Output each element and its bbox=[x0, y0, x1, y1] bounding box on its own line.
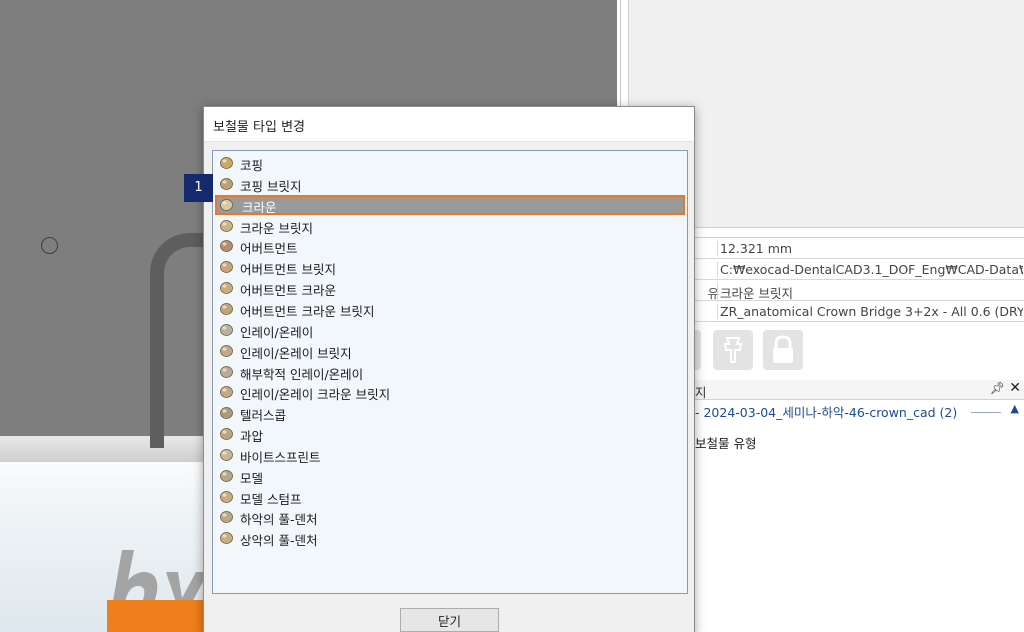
anatomic-inlay-onlay-icon bbox=[220, 365, 233, 378]
abutment-crown-bridge-icon bbox=[220, 303, 233, 315]
list-item-label: 크라운 브릿지 bbox=[240, 220, 313, 236]
property-row: 유 크라운 브릿지 bbox=[695, 280, 1024, 302]
list-item-label: 코핑 브릿지 bbox=[240, 178, 302, 194]
list-item[interactable]: 어버트먼트 크라운 bbox=[215, 278, 685, 298]
list-item-label: 해부학적 인레이/온레이 bbox=[240, 366, 364, 382]
list-item[interactable]: 과압 bbox=[215, 424, 685, 444]
restoration-type-list[interactable]: 코핑코핑 브릿지크라운크라운 브릿지어버트먼트어버트먼트 브릿지어버트먼트 크라… bbox=[212, 150, 688, 594]
telescope-icon bbox=[220, 407, 233, 420]
list-item[interactable]: 크라운 브릿지 bbox=[215, 216, 685, 236]
lock-button[interactable] bbox=[763, 330, 803, 370]
coping-bridge-icon bbox=[220, 177, 233, 190]
close-button[interactable]: 닫기 bbox=[400, 608, 499, 632]
list-item[interactable]: 모델 스텀프 bbox=[215, 487, 685, 507]
pin-icon[interactable]: 📌︎ bbox=[990, 381, 1005, 395]
list-item[interactable]: 바이트스프린트 bbox=[215, 445, 685, 465]
list-item-label: 어버트먼트 bbox=[240, 241, 298, 257]
property-value: C:₩exocad-DentalCAD3.1_DOF_Eng₩CAD-Data₩… bbox=[717, 262, 1023, 277]
tree-root-item[interactable]: - 2024-03-04_세미나-하악-46-crown_cad (2) ▲ bbox=[695, 402, 1024, 422]
list-item-label: 바이트스프린트 bbox=[240, 449, 321, 465]
tree-child-label: 보철물 유형 bbox=[695, 436, 757, 451]
list-item[interactable]: 코핑 bbox=[215, 153, 685, 173]
close-icon[interactable]: ✕ bbox=[1009, 380, 1021, 396]
dialog-title: 보철물 타입 변경 bbox=[213, 120, 305, 135]
chevron-up-icon[interactable]: ▲ bbox=[1011, 402, 1019, 415]
inlay-onlay-crown-bridge-icon bbox=[220, 386, 233, 399]
tree-root-label: - 2024-03-04_세미나-하악-46-crown_cad (2) bbox=[695, 405, 958, 420]
list-item[interactable]: 크라운 bbox=[215, 194, 685, 215]
list-item-label: 상악의 풀-덴처 bbox=[240, 533, 318, 549]
property-value: ZR_anatomical Crown Bridge 3+2x - All 0.… bbox=[717, 304, 1023, 319]
list-item[interactable]: 텔러스콥 bbox=[215, 403, 685, 423]
property-value: 12.321 mm bbox=[717, 241, 1023, 256]
property-row: 12.321 mm bbox=[695, 238, 1024, 259]
list-item-label: 어버트먼트 크라운 bbox=[240, 283, 336, 299]
list-item[interactable]: 코핑 브릿지 bbox=[215, 174, 685, 194]
logo-orange-bar bbox=[107, 600, 217, 632]
list-item[interactable]: 하악의 풀-덴처 bbox=[215, 507, 685, 527]
step-badge: 1 bbox=[184, 174, 213, 202]
abutment-crown-icon bbox=[220, 282, 233, 294]
crown-icon bbox=[220, 198, 233, 211]
rotation-center-icon[interactable] bbox=[41, 237, 58, 254]
list-item-label: 크라운 bbox=[242, 199, 277, 215]
property-key: 유 bbox=[707, 286, 719, 301]
pressure-icon bbox=[220, 428, 233, 440]
list-item-label: 인레이/온레이 브릿지 bbox=[240, 345, 352, 361]
list-item-label: 하악의 풀-덴처 bbox=[240, 512, 318, 528]
pane-title: 지 bbox=[695, 385, 707, 400]
abutment-bridge-icon bbox=[220, 261, 233, 274]
model-stump-icon bbox=[220, 490, 233, 503]
list-item-label: 모델 bbox=[240, 470, 264, 486]
list-item[interactable]: 해부학적 인레이/온레이 bbox=[215, 362, 685, 382]
change-restoration-type-dialog: 보철물 타입 변경 코핑코핑 브릿지크라운크라운 브릿지어버트먼트어버트먼트 브… bbox=[203, 106, 695, 632]
bite-splint-icon bbox=[220, 448, 233, 461]
tree-separator-line bbox=[971, 412, 1001, 413]
model-icon bbox=[220, 469, 233, 482]
list-item[interactable]: 인레이/온레이 브릿지 bbox=[215, 341, 685, 361]
implant-icon bbox=[723, 337, 743, 363]
list-item[interactable]: 어버트먼트 크라운 브릿지 bbox=[215, 299, 685, 319]
properties-table: 12.321 mm C:₩exocad-DentalCAD3.1_DOF_Eng… bbox=[695, 237, 1024, 322]
property-row: C:₩exocad-DentalCAD3.1_DOF_Eng₩CAD-Data₩… bbox=[695, 259, 1024, 280]
list-item[interactable]: 상악의 풀-덴처 bbox=[215, 528, 685, 548]
list-item-label: 어버트먼트 크라운 브릿지 bbox=[240, 303, 375, 319]
abutment-icon bbox=[220, 240, 233, 253]
tree-child-item[interactable]: 보철물 유형 bbox=[695, 433, 756, 452]
dialog-body: 코핑코핑 브릿지크라운크라운 브릿지어버트먼트어버트먼트 브릿지어버트먼트 크라… bbox=[204, 141, 694, 632]
property-row: ZR_anatomical Crown Bridge 3+2x - All 0.… bbox=[695, 301, 1024, 322]
lower-full-denture-icon bbox=[220, 511, 233, 524]
list-item[interactable]: 모델 bbox=[215, 466, 685, 486]
list-item[interactable]: 어버트먼트 bbox=[215, 236, 685, 256]
pane-header: 지 📌︎ ✕ bbox=[695, 380, 1024, 400]
implant-tool-button[interactable] bbox=[713, 330, 753, 370]
list-item-label: 모델 스텀프 bbox=[240, 491, 302, 507]
list-item-label: 인레이/온레이 bbox=[240, 324, 314, 340]
list-item-label: 텔러스콥 bbox=[240, 408, 287, 424]
list-item-label: 코핑 bbox=[240, 158, 264, 173]
list-item-label: 인레이/온레이 크라운 브릿지 bbox=[240, 387, 391, 403]
list-item-label: 어버트먼트 브릿지 bbox=[240, 262, 336, 278]
inlay-onlay-icon bbox=[220, 323, 233, 336]
inlay-onlay-bridge-icon bbox=[220, 344, 233, 357]
list-item[interactable]: 인레이/온레이 크라운 브릿지 bbox=[215, 382, 685, 402]
coping-icon bbox=[220, 157, 233, 169]
lock-icon bbox=[773, 335, 793, 363]
crown-bridge-icon bbox=[220, 219, 233, 232]
list-item[interactable]: 인레이/온레이 bbox=[215, 320, 685, 340]
list-item[interactable]: 어버트먼트 브릿지 bbox=[215, 257, 685, 277]
property-value: 크라운 브릿지 bbox=[717, 283, 1023, 302]
list-item-label: 과압 bbox=[240, 429, 264, 445]
upper-full-denture-icon bbox=[220, 532, 233, 545]
